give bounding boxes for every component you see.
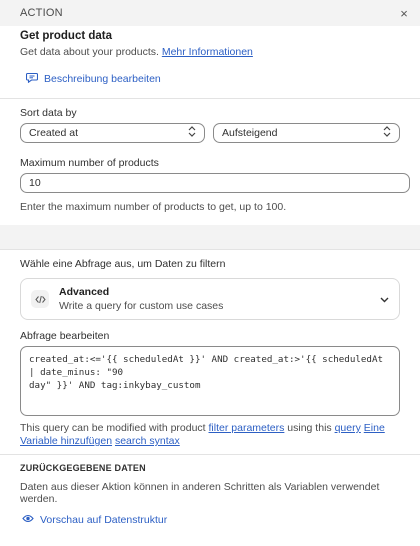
query-editor[interactable]: created_at:<='{{ scheduledAt }}' AND cre… [20, 346, 400, 416]
sort-section: Sort data by Created at Aufsteigend Maxi… [0, 99, 420, 225]
panel-header-title: ACTION [20, 7, 63, 19]
action-description: Get data about your products. Mehr Infor… [20, 46, 400, 58]
code-icon [31, 290, 49, 308]
filter-parameters-link[interactable]: filter parameters [209, 422, 285, 434]
max-products-input[interactable]: 10 [20, 173, 410, 193]
edit-description-label: Beschreibung bearbeiten [44, 73, 161, 85]
close-icon[interactable]: × [400, 6, 408, 21]
returned-data-description: Daten aus dieser Aktion können in andere… [20, 481, 380, 505]
preview-data-structure-label: Vorschau auf Datenstruktur [40, 514, 168, 526]
intro-section: Get product data Get data about your pro… [0, 26, 420, 98]
query-link[interactable]: query [335, 422, 361, 434]
query-select-label: Wähle eine Abfrage aus, um Daten zu filt… [20, 258, 226, 270]
select-arrows-icon [383, 126, 391, 140]
action-title: Get product data [20, 30, 113, 42]
sort-label: Sort data by [20, 107, 77, 119]
more-info-link[interactable]: Mehr Informationen [162, 46, 253, 58]
sort-field-value: Created at [29, 127, 79, 139]
panel-header: ACTION × [0, 0, 420, 26]
max-products-help: Enter the maximum number of products to … [20, 201, 287, 213]
query-type-title: Advanced [59, 286, 110, 298]
sort-order-value: Aufsteigend [222, 127, 278, 139]
comment-icon [25, 72, 39, 86]
query-edit-label: Abfrage bearbeiten [20, 330, 110, 342]
sort-field-select[interactable]: Created at [20, 123, 206, 143]
action-description-text: Get data about your products. [20, 46, 159, 58]
query-help-prefix: This query can be modified with product [20, 422, 209, 434]
returned-data-section: ZURÜCKGEGEBENE DATEN Daten aus dieser Ak… [0, 455, 420, 546]
returned-data-heading: ZURÜCKGEGEBENE DATEN [20, 463, 146, 473]
query-section: Wähle eine Abfrage aus, um Daten zu filt… [0, 250, 420, 454]
query-help: This query can be modified with product … [20, 422, 400, 448]
select-arrows-icon [188, 126, 196, 140]
edit-description-button[interactable]: Beschreibung bearbeiten [20, 58, 400, 96]
chevron-down-icon [380, 290, 389, 308]
query-type-select[interactable]: Advanced Write a query for custom use ca… [20, 278, 400, 320]
eye-icon [22, 514, 34, 526]
query-type-subtitle: Write a query for custom use cases [59, 300, 224, 312]
search-syntax-link[interactable]: search syntax [115, 435, 180, 447]
max-products-value: 10 [29, 177, 41, 189]
sort-order-select[interactable]: Aufsteigend [213, 123, 400, 143]
max-products-label: Maximum number of products [20, 157, 159, 169]
preview-data-structure-button[interactable]: Vorschau auf Datenstruktur [20, 514, 400, 526]
action-panel: ACTION × Get product data Get data about… [0, 0, 420, 546]
query-help-mid: using this [284, 422, 335, 434]
